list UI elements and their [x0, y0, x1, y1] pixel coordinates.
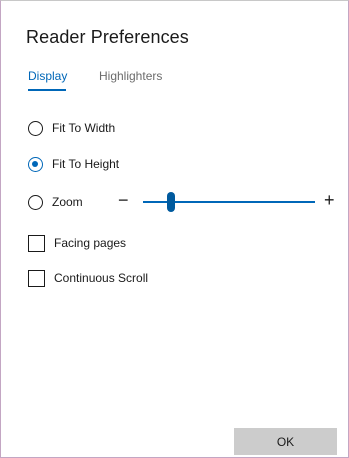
- tab-highlighters[interactable]: Highlighters: [99, 69, 162, 83]
- continuous-scroll-checkbox[interactable]: [28, 269, 45, 287]
- zoom-label: Zoom: [52, 195, 83, 209]
- tab-highlighters-label: Highlighters: [99, 69, 163, 83]
- fit-to-height-radio[interactable]: [28, 156, 43, 172]
- tab-display[interactable]: Display: [28, 69, 67, 83]
- zoom-radio[interactable]: [28, 194, 43, 210]
- fit-to-width-label: Fit To Width: [52, 121, 116, 135]
- zoom-slider-thumb[interactable]: [166, 192, 175, 212]
- zoom-in-button[interactable]: +: [324, 190, 335, 210]
- fit-to-height-option[interactable]: Fit To Height: [28, 154, 119, 174]
- reader-preferences-dialog: Reader Preferences Display Highlighters …: [0, 0, 349, 458]
- active-tab-indicator: [28, 89, 66, 91]
- continuous-scroll-option[interactable]: Continuous Scroll: [28, 268, 148, 288]
- dialog-title: Reader Preferences: [26, 27, 189, 47]
- facing-pages-option[interactable]: Facing pages: [28, 233, 126, 253]
- tab-display-label: Display: [28, 69, 68, 83]
- facing-pages-label: Facing pages: [54, 236, 127, 250]
- facing-pages-checkbox[interactable]: [28, 234, 45, 252]
- zoom-option[interactable]: Zoom: [28, 192, 83, 212]
- zoom-out-button[interactable]: −: [118, 190, 129, 210]
- zoom-control: − +: [118, 190, 336, 212]
- fit-to-width-option[interactable]: Fit To Width: [28, 118, 115, 138]
- fit-to-height-label: Fit To Height: [52, 157, 120, 171]
- continuous-scroll-label: Continuous Scroll: [54, 271, 149, 285]
- ok-button[interactable]: OK: [234, 428, 337, 455]
- fit-to-width-radio[interactable]: [28, 120, 43, 136]
